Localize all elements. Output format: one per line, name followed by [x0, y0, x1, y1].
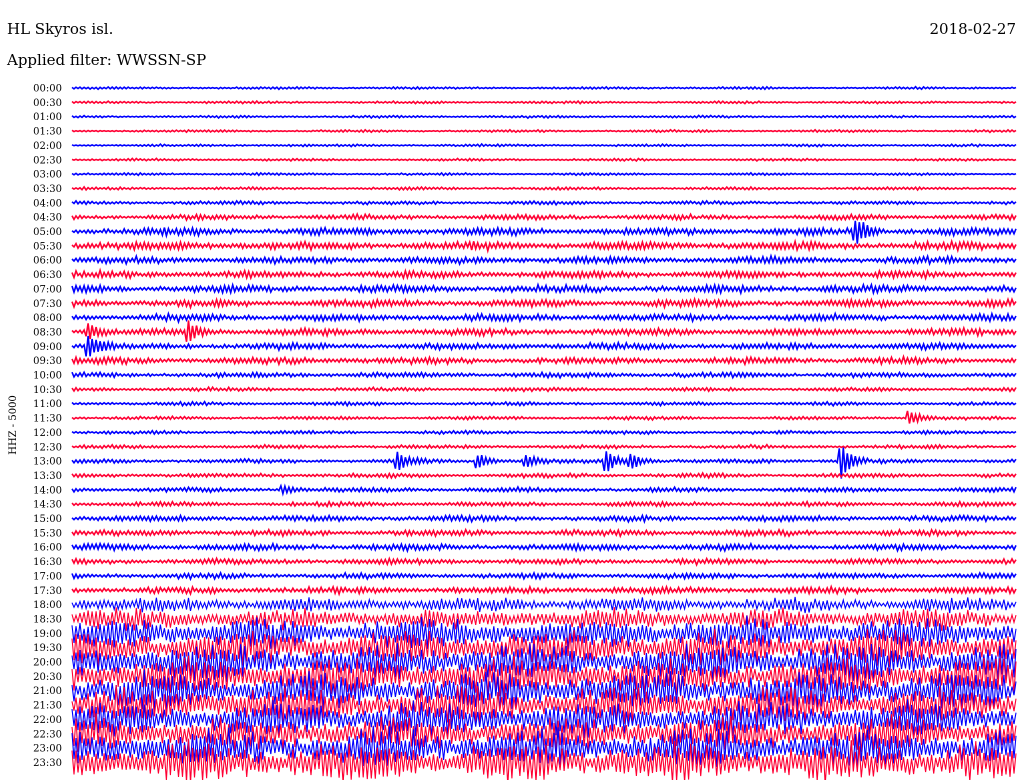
seismic-trace	[71, 253, 1017, 267]
time-tick-label: 17:30	[33, 586, 62, 597]
seismic-trace	[71, 99, 1017, 105]
seismic-trace	[71, 220, 1017, 244]
seismic-trace	[71, 556, 1017, 567]
seismic-trace	[71, 311, 1017, 325]
seismic-trace	[71, 607, 1017, 631]
time-tick-label: 10:00	[33, 371, 62, 382]
time-tick-label: 04:00	[33, 198, 62, 209]
time-tick-label: 15:00	[33, 514, 62, 525]
seismic-trace	[71, 282, 1017, 296]
time-tick-label: 12:30	[33, 442, 62, 453]
seismic-trace	[71, 171, 1017, 177]
time-tick-label: 19:00	[33, 629, 62, 640]
seismic-trace	[71, 596, 1017, 614]
time-tick-group: 00:00 00:30 01:00 01:30 02:00 02:30 03:00 03:30…	[33, 84, 62, 769]
seismic-trace	[71, 499, 1017, 509]
seismic-trace	[71, 429, 1017, 436]
time-tick-label: 02:00	[33, 141, 62, 152]
time-tick-label: 10:30	[33, 385, 62, 396]
seismic-trace	[71, 335, 1017, 357]
time-tick-label: 13:30	[33, 471, 62, 482]
seismic-trace	[71, 447, 1017, 479]
time-tick-label: 08:00	[33, 313, 62, 324]
time-tick-label: 07:00	[33, 284, 62, 295]
seismic-trace	[71, 370, 1017, 380]
time-tick-label: 12:00	[33, 428, 62, 439]
seismic-trace	[71, 157, 1017, 163]
time-tick-label: 22:30	[33, 729, 62, 740]
time-tick-label: 11:00	[33, 399, 62, 410]
time-tick-label: 20:00	[33, 658, 62, 669]
seismic-trace	[71, 267, 1017, 281]
time-tick-label: 00:00	[33, 84, 62, 95]
seismic-trace	[71, 385, 1017, 393]
time-tick-label: 06:00	[33, 256, 62, 267]
seismic-trace	[71, 114, 1017, 120]
seismic-trace	[71, 483, 1017, 497]
seismic-trace	[71, 570, 1017, 582]
time-tick-label: 18:00	[33, 600, 62, 611]
seismic-trace	[71, 471, 1017, 480]
time-tick-label: 21:30	[33, 701, 62, 712]
seismic-trace	[71, 85, 1017, 91]
time-tick-label: 08:30	[33, 327, 62, 338]
time-tick-label: 14:00	[33, 485, 62, 496]
seismic-trace	[71, 443, 1017, 451]
seismic-trace	[71, 320, 1017, 342]
time-tick-label: 00:30	[33, 98, 62, 109]
trace-group	[71, 85, 1017, 780]
time-tick-label: 09:00	[33, 342, 62, 353]
seismic-trace	[71, 410, 1017, 425]
seismic-trace	[71, 527, 1017, 539]
seismic-trace	[71, 128, 1017, 134]
seismic-trace	[71, 354, 1017, 367]
time-tick-label: 23:00	[33, 744, 62, 755]
time-tick-label: 04:30	[33, 213, 62, 224]
seismic-trace	[71, 513, 1017, 525]
time-tick-label: 17:00	[33, 571, 62, 582]
time-tick-label: 11:30	[33, 414, 62, 425]
seismic-trace	[71, 238, 1017, 254]
time-tick-label: 05:30	[33, 241, 62, 252]
seismic-trace	[71, 400, 1017, 408]
time-tick-label: 05:00	[33, 227, 62, 238]
time-tick-label: 23:30	[33, 758, 62, 769]
time-tick-label: 20:30	[33, 672, 62, 683]
channel-label: HHZ - 5000	[8, 395, 19, 455]
time-tick-label: 16:00	[33, 543, 62, 554]
seismic-trace	[71, 584, 1017, 597]
time-tick-label: 09:30	[33, 356, 62, 367]
time-tick-label: 21:00	[33, 686, 62, 697]
time-tick-label: 14:30	[33, 500, 62, 511]
seismic-trace	[71, 185, 1017, 192]
time-tick-label: 01:00	[33, 112, 62, 123]
time-tick-label: 02:30	[33, 155, 62, 166]
time-tick-label: 13:00	[33, 457, 62, 468]
time-tick-label: 03:30	[33, 184, 62, 195]
time-tick-label: 03:00	[33, 170, 62, 181]
seismic-trace	[71, 142, 1017, 148]
time-tick-label: 22:00	[33, 715, 62, 726]
seismogram-plot: 00:00 00:30 01:00 01:30 02:00 02:30 03:00 03:30…	[8, 84, 1017, 780]
time-tick-label: 06:30	[33, 270, 62, 281]
time-tick-label: 16:30	[33, 557, 62, 568]
time-tick-label: 01:30	[33, 127, 62, 138]
seismic-trace	[71, 296, 1017, 311]
seismic-trace	[71, 541, 1017, 554]
time-tick-label: 18:30	[33, 614, 62, 625]
time-tick-label: 07:30	[33, 299, 62, 310]
seismic-trace	[71, 199, 1017, 207]
seismic-trace	[71, 212, 1017, 223]
time-tick-label: 15:30	[33, 528, 62, 539]
time-tick-label: 19:30	[33, 643, 62, 654]
